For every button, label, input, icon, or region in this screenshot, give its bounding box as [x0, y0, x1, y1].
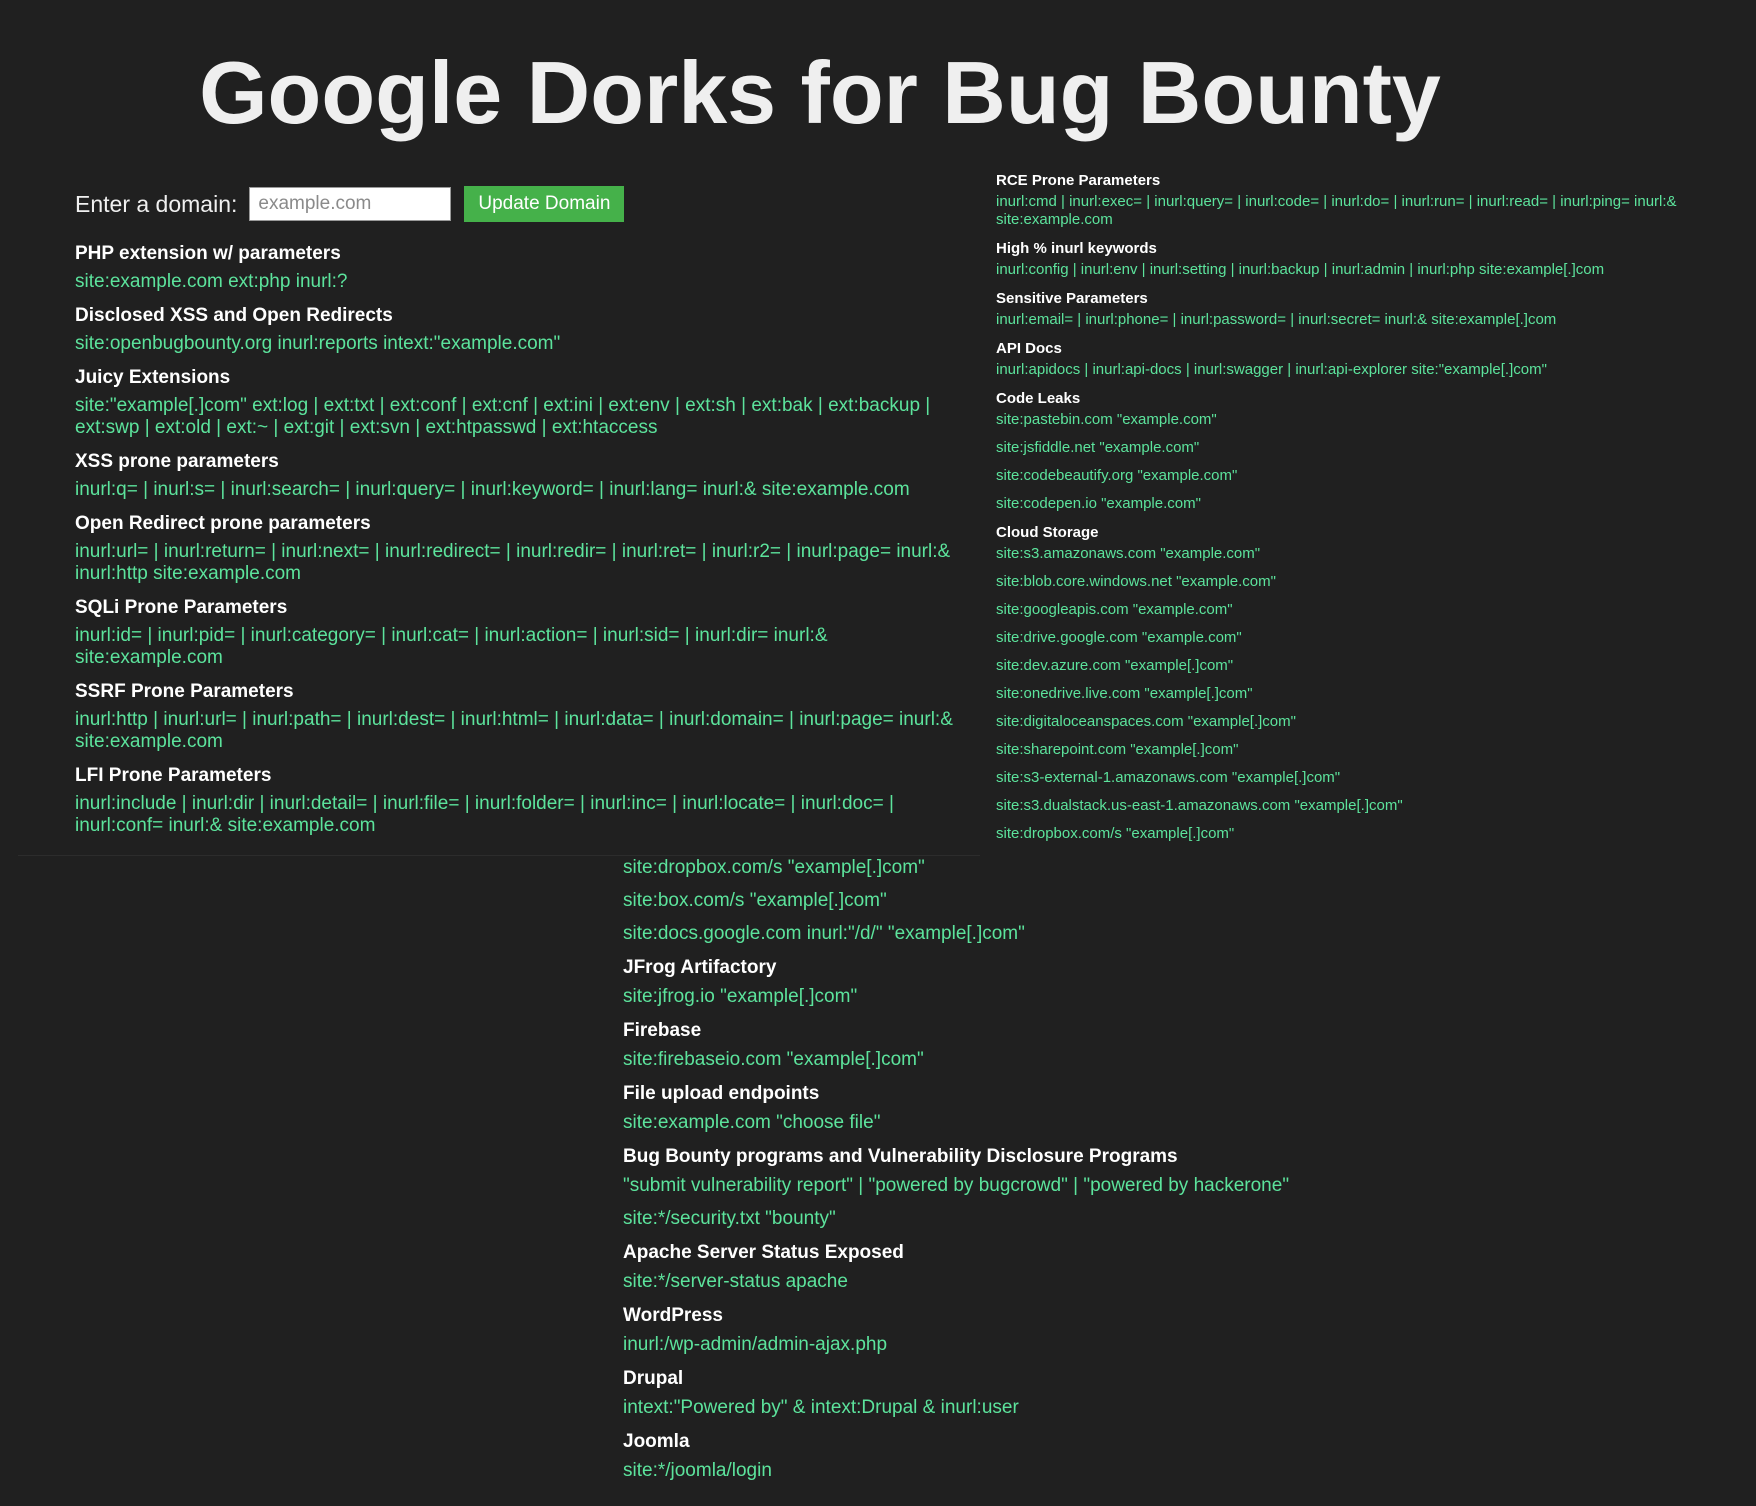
dork-link[interactable]: site:sharepoint.com "example[.]com"	[996, 741, 1726, 759]
right-column: RCE Prone Parameters inurl:cmd | inurl:ex…	[996, 171, 1726, 853]
section-heading: High % inurl keywords	[996, 240, 1157, 257]
dork-section-bug-bounty-programs-and-vulnerability-disclosure-programs: Bug Bounty programs and Vulnerability Di…	[623, 1145, 1523, 1230]
dork-link[interactable]: inurl:http | inurl:url= | inurl:path= | …	[75, 709, 975, 753]
dork-link[interactable]: site:*/server-status apache	[623, 1271, 1523, 1293]
dork-section-file-upload-endpoints: File upload endpoints site:example.com "c…	[623, 1082, 1523, 1134]
section-heading: Sensitive Parameters	[996, 290, 1148, 307]
dork-link[interactable]: inurl:id= | inurl:pid= | inurl:category=…	[75, 625, 975, 669]
dork-link[interactable]: site:pastebin.com "example.com"	[996, 411, 1726, 429]
dork-section-joomla: Joomla site:*/joomla/login	[623, 1430, 1523, 1482]
dork-link[interactable]: site:dropbox.com/s "example[.]com"	[623, 857, 1523, 879]
dork-link[interactable]: site:firebaseio.com "example[.]com"	[623, 1049, 1523, 1071]
dork-section-xss-prone-parameters: XSS prone parameters inurl:q= | inurl:s= …	[75, 450, 975, 501]
dork-section-lfi-prone-parameters: LFI Prone Parameters inurl:include | inur…	[75, 764, 975, 837]
dork-link[interactable]: inurl:include | inurl:dir | inurl:detail…	[75, 793, 975, 837]
dork-link[interactable]: site:s3.amazonaws.com "example.com"	[996, 545, 1726, 563]
dork-link[interactable]: inurl:config | inurl:env | inurl:setting…	[996, 261, 1726, 279]
section-heading: Disclosed XSS and Open Redirects	[75, 305, 393, 326]
dork-section-sqli-prone-parameters: SQLi Prone Parameters inurl:id= | inurl:p…	[75, 596, 975, 669]
section-heading: Firebase	[623, 1020, 702, 1041]
section-heading: RCE Prone Parameters	[996, 172, 1161, 189]
dork-link[interactable]: site:digitaloceanspaces.com "example[.]c…	[996, 713, 1726, 731]
dork-section-continued: site:dropbox.com/s "example[.]com" site:b…	[623, 857, 1523, 945]
dork-section-high-inurl-keywords: High % inurl keywords inurl:config | inur…	[996, 239, 1726, 279]
dork-section-open-redirect-prone-parameters: Open Redirect prone parameters inurl:url=…	[75, 512, 975, 585]
dork-link[interactable]: site:onedrive.live.com "example[.]com"	[996, 685, 1726, 703]
update-domain-button[interactable]: Update Domain	[464, 186, 625, 222]
dork-link[interactable]: inurl:cmd | inurl:exec= | inurl:query= |…	[996, 193, 1726, 229]
dork-link[interactable]: site:example.com ext:php inurl:?	[75, 271, 975, 293]
dork-section-firebase: Firebase site:firebaseio.com "example[.]c…	[623, 1019, 1523, 1071]
section-heading: XSS prone parameters	[75, 451, 279, 472]
dork-link[interactable]: inurl:email= | inurl:phone= | inurl:pass…	[996, 311, 1726, 329]
dork-section-apache-server-status-exposed: Apache Server Status Exposed site:*/serve…	[623, 1241, 1523, 1293]
dork-section-api-docs: API Docs inurl:apidocs | inurl:api-docs |…	[996, 339, 1726, 379]
bottom-sections: site:dropbox.com/s "example[.]com" site:b…	[623, 857, 1523, 1482]
section-heading: SQLi Prone Parameters	[75, 597, 288, 618]
section-heading: WordPress	[623, 1305, 723, 1326]
dork-link[interactable]: site:box.com/s "example[.]com"	[623, 890, 1523, 912]
section-heading: Joomla	[623, 1431, 690, 1452]
section-heading: JFrog Artifactory	[623, 957, 777, 978]
dork-link[interactable]: site:s3.dualstack.us-east-1.amazonaws.co…	[996, 797, 1726, 815]
dork-link[interactable]: inurl:url= | inurl:return= | inurl:next=…	[75, 541, 975, 585]
dork-link[interactable]: site:*/security.txt "bounty"	[623, 1208, 1523, 1230]
dork-link[interactable]: site:blob.core.windows.net "example.com"	[996, 573, 1726, 591]
dork-link[interactable]: site:jsfiddle.net "example.com"	[996, 439, 1726, 457]
section-heading: Juicy Extensions	[75, 367, 231, 388]
dork-section-juicy-extensions: Juicy Extensions site:"example[.]com" ext…	[75, 366, 975, 439]
domain-input[interactable]	[249, 187, 452, 221]
right-sections: RCE Prone Parameters inurl:cmd | inurl:ex…	[996, 171, 1726, 843]
section-heading: Drupal	[623, 1368, 684, 1389]
dork-link[interactable]: site:docs.google.com inurl:"/d/" "exampl…	[623, 923, 1523, 945]
dork-link[interactable]: site:jfrog.io "example[.]com"	[623, 986, 1523, 1008]
dork-section-disclosed-xss-and-open-redirects: Disclosed XSS and Open Redirects site:ope…	[75, 304, 975, 355]
dork-section-sensitive-parameters: Sensitive Parameters inurl:email= | inurl…	[996, 289, 1726, 329]
section-heading: Cloud Storage	[996, 524, 1099, 541]
dork-link[interactable]: inurl:/wp-admin/admin-ajax.php	[623, 1334, 1523, 1356]
bottom-column: site:dropbox.com/s "example[.]com" site:b…	[623, 857, 1523, 1493]
dork-link[interactable]: site:drive.google.com "example.com"	[996, 629, 1726, 647]
dork-section-drupal: Drupal intext:"Powered by" & intext:Drupa…	[623, 1367, 1523, 1419]
dork-link[interactable]: site:example.com "choose file"	[623, 1112, 1523, 1134]
section-heading: SSRF Prone Parameters	[75, 681, 294, 702]
left-sections: PHP extension w/ parameters site:example.…	[75, 242, 975, 837]
dork-section-code-leaks: Code Leaks site:pastebin.com "example.com…	[996, 389, 1726, 513]
section-heading: File upload endpoints	[623, 1083, 820, 1104]
section-heading: LFI Prone Parameters	[75, 765, 272, 786]
dork-link[interactable]: site:openbugbounty.org inurl:reports int…	[75, 333, 975, 355]
dork-link[interactable]: site:codepen.io "example.com"	[996, 495, 1726, 513]
dork-link[interactable]: inurl:apidocs | inurl:api-docs | inurl:s…	[996, 361, 1726, 379]
dork-link[interactable]: site:*/joomla/login	[623, 1460, 1523, 1482]
section-heading: Bug Bounty programs and Vulnerability Di…	[623, 1146, 1178, 1167]
section-heading: API Docs	[996, 340, 1062, 357]
page-title: Google Dorks for Bug Bounty	[199, 43, 1441, 142]
dork-link[interactable]: site:googleapis.com "example.com"	[996, 601, 1726, 619]
dork-section-wordpress: WordPress inurl:/wp-admin/admin-ajax.php	[623, 1304, 1523, 1356]
section-heading: PHP extension w/ parameters	[75, 243, 341, 264]
domain-label: Enter a domain:	[75, 190, 238, 217]
dork-section-jfrog-artifactory: JFrog Artifactory site:jfrog.io "example[…	[623, 956, 1523, 1008]
section-heading: Open Redirect prone parameters	[75, 513, 371, 534]
dork-link[interactable]: site:dev.azure.com "example[.]com"	[996, 657, 1726, 675]
dork-section-rce-prone-parameters: RCE Prone Parameters inurl:cmd | inurl:ex…	[996, 171, 1726, 229]
left-column: Enter a domain: Update Domain PHP extens…	[75, 186, 975, 848]
dork-section-php-extension-w-parameters: PHP extension w/ parameters site:example.…	[75, 242, 975, 293]
dork-section-ssrf-prone-parameters: SSRF Prone Parameters inurl:http | inurl:…	[75, 680, 975, 753]
dork-link[interactable]: intext:"Powered by" & intext:Drupal & in…	[623, 1397, 1523, 1419]
section-heading: Code Leaks	[996, 390, 1081, 407]
dork-link[interactable]: site:"example[.]com" ext:log | ext:txt |…	[75, 395, 975, 439]
dork-link[interactable]: site:s3-external-1.amazonaws.com "exampl…	[996, 769, 1726, 787]
dork-section-cloud-storage: Cloud Storage site:s3.amazonaws.com "exam…	[996, 523, 1726, 843]
dork-link[interactable]: inurl:q= | inurl:s= | inurl:search= | in…	[75, 479, 975, 501]
domain-form: Enter a domain: Update Domain	[75, 186, 975, 222]
dork-link[interactable]: site:dropbox.com/s "example[.]com"	[996, 825, 1726, 843]
section-divider	[18, 855, 980, 856]
dork-link[interactable]: "submit vulnerability report" | "powered…	[623, 1175, 1523, 1197]
section-heading: Apache Server Status Exposed	[623, 1242, 904, 1263]
dork-link[interactable]: site:codebeautify.org "example.com"	[996, 467, 1726, 485]
